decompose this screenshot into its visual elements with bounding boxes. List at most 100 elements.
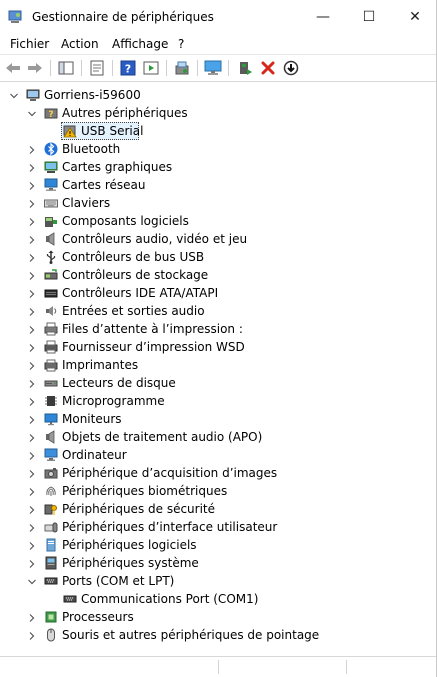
chevron-right-icon[interactable]: [27, 270, 37, 280]
tree-item-label: Autres périphériques: [62, 106, 188, 120]
tree-category[interactable]: Contrôleurs de stockage: [0, 266, 436, 284]
tree-item-label: Entrées et sorties audio: [62, 304, 205, 318]
chevron-right-icon[interactable]: [27, 522, 37, 532]
chevron-right-icon[interactable]: [27, 324, 37, 334]
scan-hardware-icon[interactable]: [173, 59, 191, 77]
tree-item-label: Souris et autres périphériques de pointa…: [62, 628, 320, 642]
toolbar: ?: [0, 54, 436, 82]
help-icon[interactable]: ?: [119, 59, 137, 77]
tree-category[interactable]: Souris et autres périphériques de pointa…: [0, 626, 436, 644]
toolbar-separator: [228, 60, 229, 76]
tree-category[interactable]: Processeurs: [0, 608, 436, 626]
chevron-right-icon[interactable]: [27, 414, 37, 424]
chevron-right-icon[interactable]: [27, 630, 37, 640]
chevron-down-icon[interactable]: [9, 90, 19, 100]
chevron-down-icon[interactable]: [27, 108, 37, 118]
printer-icon: [44, 358, 58, 372]
chevron-right-icon[interactable]: [27, 342, 37, 352]
toolbar-separator: [50, 60, 51, 76]
chevron-right-icon[interactable]: [27, 540, 37, 550]
tree-category[interactable]: Contrôleurs IDE ATA/ATAPI: [0, 284, 436, 302]
tree-category[interactable]: Cartes réseau: [0, 176, 436, 194]
chevron-right-icon[interactable]: [27, 252, 37, 262]
software-component-icon: [44, 214, 58, 228]
tree-category[interactable]: Files d’attente à l’impression :: [0, 320, 436, 338]
window-title: Gestionnaire de périphériques: [32, 10, 214, 24]
tree-item-label: Imprimantes: [62, 358, 139, 372]
tree-category[interactable]: ? Autres périphériques: [0, 104, 436, 122]
properties-icon[interactable]: [88, 59, 106, 77]
tree-category[interactable]: Périphériques d’interface utilisateur: [0, 518, 436, 536]
chevron-right-icon[interactable]: [27, 378, 37, 388]
chevron-right-icon[interactable]: [27, 360, 37, 370]
tree-category[interactable]: Périphérique d’acquisition d’images: [0, 464, 436, 482]
menu-help[interactable]: ?: [178, 37, 184, 51]
tree-category[interactable]: Ordinateur: [0, 446, 436, 464]
tree-category[interactable]: Contrôleurs de bus USB: [0, 248, 436, 266]
tree-item-label: Files d’attente à l’impression :: [62, 322, 243, 336]
display-devices-icon[interactable]: [204, 59, 222, 77]
chevron-down-icon[interactable]: [27, 576, 37, 586]
uninstall-device-icon[interactable]: [259, 59, 277, 77]
tree-category[interactable]: Périphériques de sécurité: [0, 500, 436, 518]
tree-category[interactable]: Composants logiciels: [0, 212, 436, 230]
action-pane-icon[interactable]: [142, 59, 160, 77]
camera-icon: [44, 466, 58, 480]
tree-category[interactable]: Moniteurs: [0, 410, 436, 428]
tree-category[interactable]: Contrôleurs audio, vidéo et jeu: [0, 230, 436, 248]
chevron-right-icon[interactable]: [27, 288, 37, 298]
tree-category[interactable]: Imprimantes: [0, 356, 436, 374]
chevron-right-icon[interactable]: [27, 306, 37, 316]
toolbar-separator: [81, 60, 82, 76]
tree-item-label: Fournisseur d’impression WSD: [62, 340, 245, 354]
tree-item-label: Périphériques de sécurité: [62, 502, 216, 516]
maximize-button[interactable]: ☐: [346, 0, 392, 34]
show-hide-console-tree-icon[interactable]: [57, 59, 75, 77]
tree-device[interactable]: USB Serial: [0, 122, 436, 140]
chevron-right-icon[interactable]: [27, 180, 37, 190]
tree-category[interactable]: Bluetooth: [0, 140, 436, 158]
chevron-right-icon[interactable]: [27, 450, 37, 460]
tree-item-label: Périphérique d’acquisition d’images: [62, 466, 278, 480]
tree-category[interactable]: Fournisseur d’impression WSD: [0, 338, 436, 356]
status-bar-divider: [346, 660, 347, 674]
tree-device[interactable]: Communications Port (COM1): [0, 590, 436, 608]
tree-category[interactable]: Microprogramme: [0, 392, 436, 410]
disable-device-icon[interactable]: [282, 59, 300, 77]
chevron-right-icon[interactable]: [27, 468, 37, 478]
tree-root[interactable]: Gorriens-i59600: [0, 86, 436, 104]
chevron-right-icon[interactable]: [27, 558, 37, 568]
tree-category[interactable]: Périphériques système: [0, 554, 436, 572]
tree-category[interactable]: Objets de traitement audio (APO): [0, 428, 436, 446]
tree-category[interactable]: Périphériques logiciels: [0, 536, 436, 554]
chevron-right-icon[interactable]: [27, 162, 37, 172]
tree-category[interactable]: Ports (COM et LPT): [0, 572, 436, 590]
tree-category[interactable]: Cartes graphiques: [0, 158, 436, 176]
chevron-right-icon[interactable]: [27, 234, 37, 244]
tree-item-label: Bluetooth: [62, 142, 121, 156]
menu-action[interactable]: Action: [61, 37, 99, 51]
tree-item-label: Composants logiciels: [62, 214, 189, 228]
tree-category[interactable]: Périphériques biométriques: [0, 482, 436, 500]
chevron-right-icon[interactable]: [27, 396, 37, 406]
chevron-right-icon[interactable]: [27, 486, 37, 496]
menu-fichier[interactable]: Fichier: [10, 37, 49, 51]
device-manager-window: Gestionnaire de périphériques — ☐ ✕ Fich…: [0, 0, 437, 677]
minimize-button[interactable]: —: [300, 0, 346, 34]
chevron-right-icon[interactable]: [27, 198, 37, 208]
close-button[interactable]: ✕: [392, 0, 437, 34]
back-icon[interactable]: [4, 59, 22, 77]
add-driver-icon[interactable]: [236, 59, 254, 77]
menu-affichage[interactable]: Affichage: [112, 37, 168, 51]
forward-icon[interactable]: [26, 59, 44, 77]
tree-category[interactable]: Claviers: [0, 194, 436, 212]
chevron-right-icon[interactable]: [27, 432, 37, 442]
tree-category[interactable]: Entrées et sorties audio: [0, 302, 436, 320]
audio-processing-icon: [44, 430, 58, 444]
bluetooth-icon: [44, 142, 58, 156]
chevron-right-icon[interactable]: [27, 612, 37, 622]
tree-category[interactable]: Lecteurs de disque: [0, 374, 436, 392]
chevron-right-icon[interactable]: [27, 504, 37, 514]
chevron-right-icon[interactable]: [27, 144, 37, 154]
chevron-right-icon[interactable]: [27, 216, 37, 226]
